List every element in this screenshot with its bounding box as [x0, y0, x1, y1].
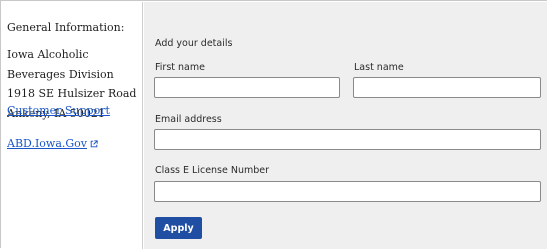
apply-button[interactable]: Apply — [155, 217, 202, 239]
general-information-heading: General Information: — [7, 21, 125, 34]
license-number-label: Class E License Number — [155, 165, 270, 176]
last-name-label: Last name — [354, 62, 404, 73]
general-information-panel: General Information: Iowa Alcoholic Beve… — [2, 2, 143, 249]
form-title: Add your details — [155, 38, 233, 49]
email-address-label: Email address — [155, 114, 222, 125]
abd-iowa-gov-label: ABD.Iowa.Gov — [7, 137, 88, 150]
email-address-input[interactable] — [154, 129, 541, 150]
external-link-icon — [90, 140, 98, 148]
customer-support-label: Customer Support — [7, 104, 110, 117]
details-form-panel: Add your details First name Last name Em… — [144, 2, 547, 249]
customer-support-link[interactable]: Customer Support — [7, 104, 110, 117]
last-name-input[interactable] — [353, 77, 541, 98]
first-name-input[interactable] — [154, 77, 340, 98]
page-frame: General Information: Iowa Alcoholic Beve… — [0, 0, 547, 249]
abd-iowa-gov-link[interactable]: ABD.Iowa.Gov — [7, 137, 98, 150]
license-number-input[interactable] — [154, 181, 541, 202]
first-name-label: First name — [155, 62, 205, 73]
